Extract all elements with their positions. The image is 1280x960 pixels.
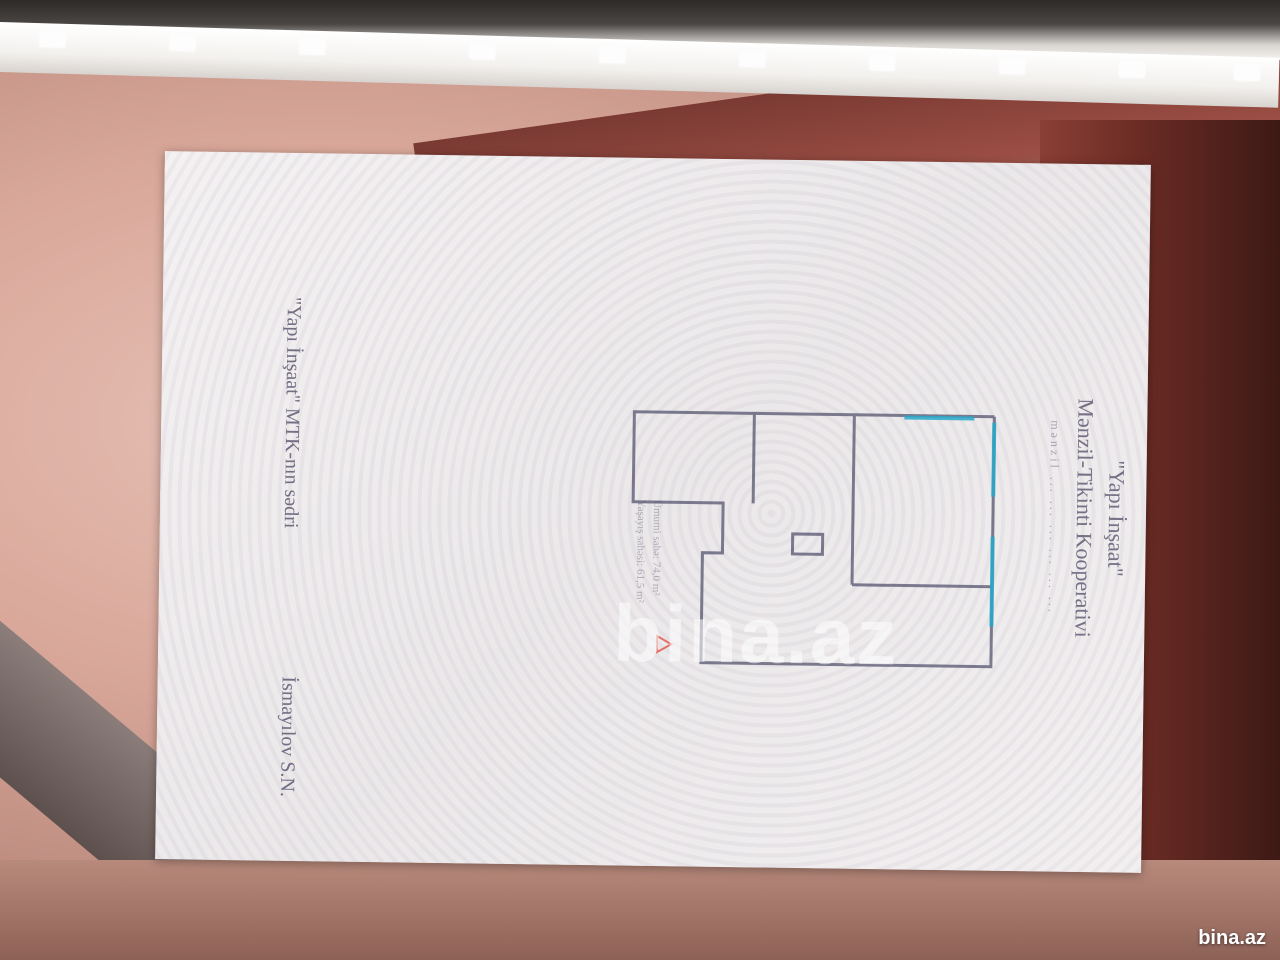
document-header-detail: mənzil ... ... ... ... ... ... xyxy=(1045,420,1063,616)
plan-window xyxy=(991,422,997,497)
background-floor xyxy=(0,860,1280,960)
signature-title: "Yapı İnşaat" MTK-nın sədri xyxy=(279,296,305,529)
photo-scene: "Yapı İnşaat" Mənzil-Tikinti Kooperativi… xyxy=(0,0,1280,960)
corner-logo: bina.az xyxy=(1198,927,1266,949)
signature-name: İsmayılov S.N. xyxy=(275,676,300,798)
document-sheet: "Yapı İnşaat" Mənzil-Tikinti Kooperativi… xyxy=(155,151,1151,873)
document-header-org: Mənzil-Tikinti Kooperativi xyxy=(1070,398,1099,638)
plan-window xyxy=(904,415,975,421)
document-content: "Yapı İnşaat" Mənzil-Tikinti Kooperativi… xyxy=(158,155,1148,869)
plan-partition xyxy=(851,583,993,589)
area-total: Ümumi sahə: 74,0 m² xyxy=(649,499,664,596)
watermark-logo: bina.az xyxy=(612,588,900,682)
plan-partition xyxy=(751,413,756,504)
plan-partition xyxy=(850,414,856,585)
plan-window xyxy=(989,536,995,627)
plan-fixture xyxy=(790,532,825,556)
document-header-quote: "Yapı İnşaat" xyxy=(1103,460,1130,577)
